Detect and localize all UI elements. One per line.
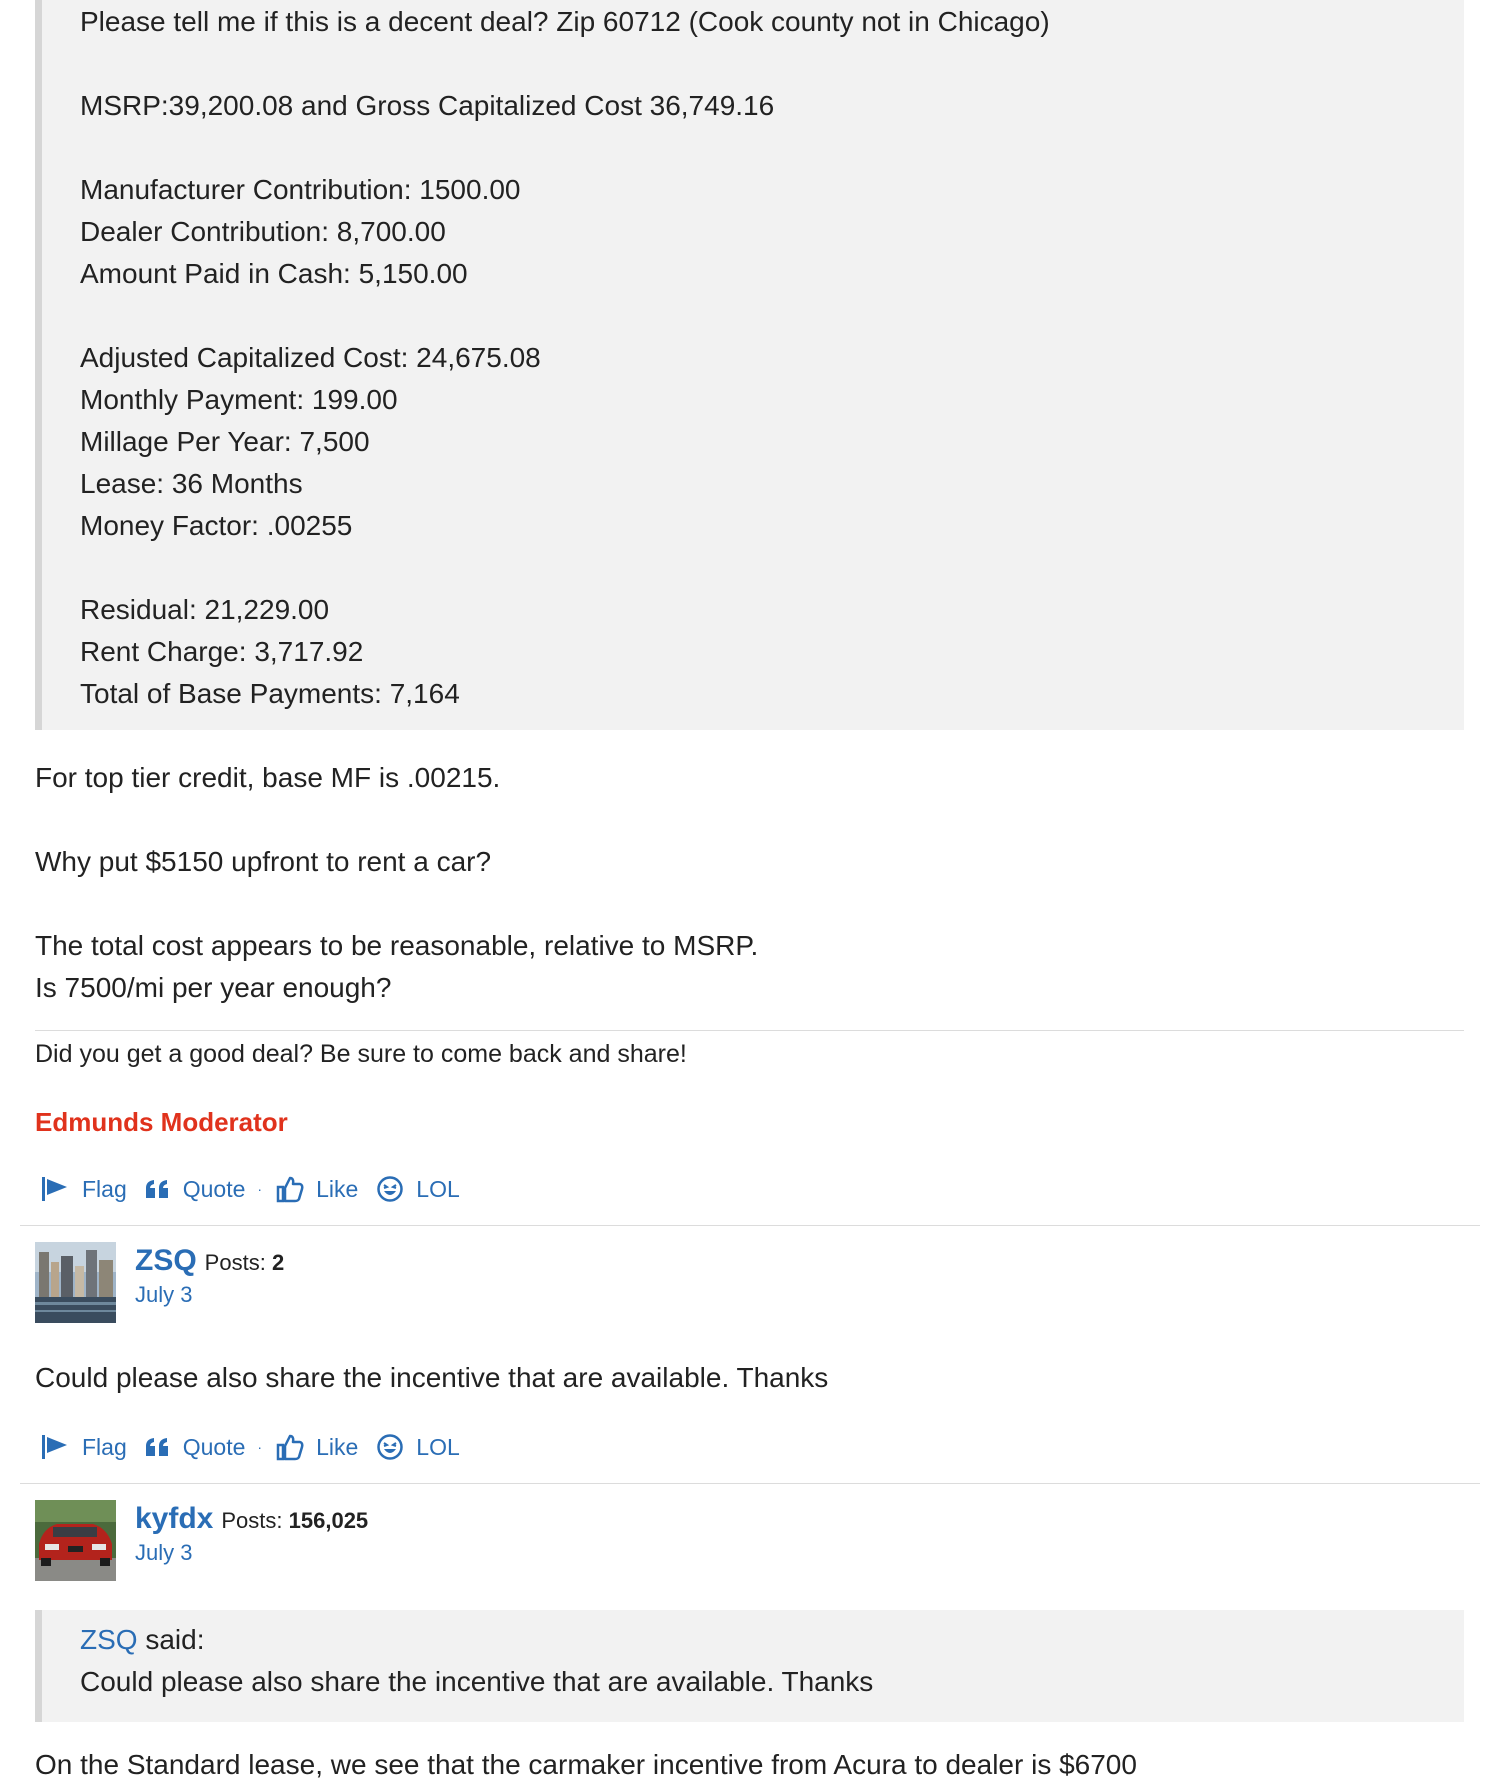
post-divider xyxy=(20,1225,1480,1226)
quote-line: Lease: 36 Months xyxy=(80,468,303,499)
flag-icon xyxy=(42,1177,67,1201)
quote-author-link[interactable]: ZSQ xyxy=(80,1624,138,1655)
post-count: Posts: 2 xyxy=(205,1250,285,1275)
blockquote: ZSQ said: Could please also share the in… xyxy=(35,1610,1464,1722)
avatar[interactable] xyxy=(35,1242,116,1323)
like-label: Like xyxy=(316,1175,359,1202)
quote-button[interactable]: Quote xyxy=(145,1175,246,1203)
post-text-line: The total cost appears to be reasonable,… xyxy=(35,930,759,961)
posts-label: Posts: xyxy=(204,1250,266,1275)
post-date[interactable]: July 3 xyxy=(135,1282,192,1308)
signature-divider xyxy=(35,1030,1464,1031)
posts-label: Posts: xyxy=(221,1508,283,1533)
post-text-line: Is 7500/mi per year enough? xyxy=(35,972,392,1003)
laugh-icon xyxy=(377,1176,404,1202)
quote-label: Quote xyxy=(182,1433,246,1460)
lol-label: LOL xyxy=(416,1433,460,1460)
posts-count: 156,025 xyxy=(288,1508,369,1533)
post-date[interactable]: July 3 xyxy=(135,1540,192,1566)
thumbs-up-icon xyxy=(276,1434,304,1461)
signature: Did you get a good deal? Be sure to come… xyxy=(35,1040,687,1068)
separator-dot: · xyxy=(257,1439,263,1455)
username-zsq[interactable]: ZSQ Posts: 2 xyxy=(135,1244,284,1278)
quote-icon xyxy=(145,1438,168,1456)
blockquote: Please tell me if this is a decent deal?… xyxy=(35,0,1464,730)
quote-line: Amount Paid in Cash: 5,150.00 xyxy=(80,258,468,289)
quote-line: Dealer Contribution: 8,700.00 xyxy=(80,216,446,247)
post-divider xyxy=(20,1483,1480,1484)
red-car-avatar xyxy=(35,1500,116,1581)
post-actions: Flag Quote · Like LOL xyxy=(40,1171,478,1207)
quote-said: said: xyxy=(137,1624,205,1655)
lol-button[interactable]: LOL xyxy=(376,1175,460,1203)
quote-line: Money Factor: .00255 xyxy=(80,510,353,541)
thumbs-up-icon xyxy=(276,1176,304,1203)
post-count: Posts: 156,025 xyxy=(221,1508,368,1533)
username-link[interactable]: kyfdx xyxy=(135,1502,213,1535)
quote-label: Quote xyxy=(182,1175,246,1202)
flag-label: Flag xyxy=(82,1433,127,1460)
quote-line: Monthly Payment: 199.00 xyxy=(80,384,398,415)
username-link[interactable]: ZSQ xyxy=(135,1244,197,1277)
flag-button[interactable]: Flag xyxy=(40,1433,127,1461)
lol-button[interactable]: LOL xyxy=(376,1433,460,1461)
like-label: Like xyxy=(316,1433,359,1460)
quote-attribution: ZSQ said: xyxy=(80,1623,205,1657)
like-button[interactable]: Like xyxy=(276,1433,358,1461)
quote-line: Could please also share the incentive th… xyxy=(80,1666,874,1697)
laugh-icon xyxy=(377,1434,404,1460)
quote-icon xyxy=(145,1180,168,1198)
post-text-line: Could please also share the incentive th… xyxy=(35,1362,829,1393)
quote-line: Rent Charge: 3,717.92 xyxy=(80,636,364,667)
quote-line: MSRP:39,200.08 and Gross Capitalized Cos… xyxy=(80,90,775,121)
post-actions: Flag Quote · Like LOL xyxy=(40,1429,478,1465)
like-button[interactable]: Like xyxy=(276,1175,358,1203)
flag-icon xyxy=(42,1435,67,1459)
quote-line: Total of Base Payments: 7,164 xyxy=(80,678,460,709)
quote-button[interactable]: Quote xyxy=(145,1433,246,1461)
post-text-line: Why put $5150 upfront to rent a car? xyxy=(35,846,492,877)
lol-label: LOL xyxy=(416,1175,460,1202)
quote-line: Please tell me if this is a decent deal?… xyxy=(80,6,1050,37)
flag-button[interactable]: Flag xyxy=(40,1175,127,1203)
quote-line: Manufacturer Contribution: 1500.00 xyxy=(80,174,521,205)
username-kyfdx[interactable]: kyfdx Posts: 156,025 xyxy=(135,1502,368,1536)
separator-dot: · xyxy=(257,1181,263,1197)
avatar[interactable] xyxy=(35,1500,116,1581)
moderator-role: Edmunds Moderator xyxy=(35,1107,288,1137)
quote-line: Residual: 21,229.00 xyxy=(80,594,330,625)
quote-line: Adjusted Capitalized Cost: 24,675.08 xyxy=(80,342,541,373)
post-text-line: On the Standard lease, we see that the c… xyxy=(35,1749,1137,1780)
posts-count: 2 xyxy=(271,1250,285,1275)
flag-label: Flag xyxy=(82,1175,127,1202)
post-text-line: For top tier credit, base MF is .00215. xyxy=(35,762,501,793)
city-skyline-avatar xyxy=(35,1242,116,1323)
quote-line: Millage Per Year: 7,500 xyxy=(80,426,370,457)
